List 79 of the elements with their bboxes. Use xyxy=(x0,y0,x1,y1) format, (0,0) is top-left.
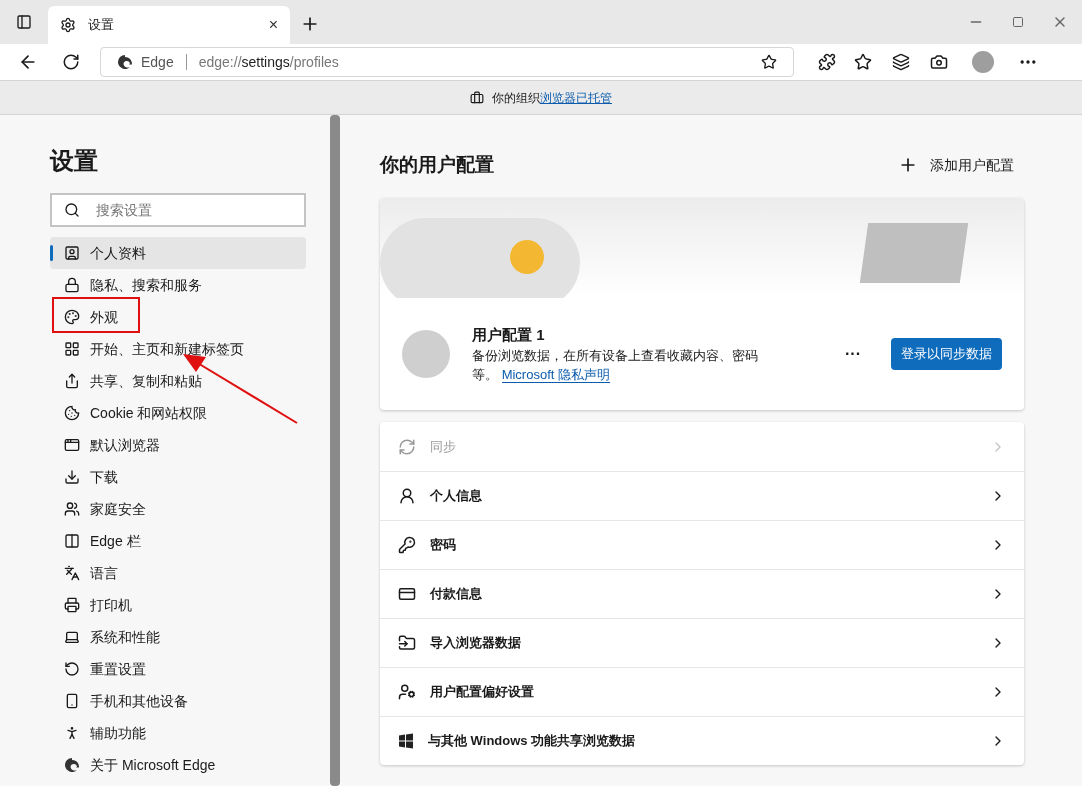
settings-icon xyxy=(60,17,76,33)
avatar-icon[interactable] xyxy=(972,51,994,73)
palette-icon xyxy=(64,309,80,325)
profile-description: 备份浏览数据，在所有设备上查看收藏内容、密码等。 Microsoft 隐私声明 xyxy=(472,347,759,384)
page-title: 你的用户配置 xyxy=(380,153,494,177)
more-options-button[interactable]: ··· xyxy=(845,341,861,366)
browser-window-icon xyxy=(64,437,80,453)
sidebar-item[interactable]: 关于 Microsoft Edge xyxy=(50,749,306,781)
site-label: Edge xyxy=(141,52,174,72)
phone-icon xyxy=(64,693,80,709)
sidebar-item[interactable]: 系统和性能 xyxy=(50,621,306,653)
sidebar-item[interactable]: 个人资料 xyxy=(50,237,306,269)
sidebar-item[interactable]: 重置设置 xyxy=(50,653,306,685)
settings-row[interactable]: 付款信息 xyxy=(380,569,1024,618)
sidebar-item[interactable]: 开始、主页和新建标签页 xyxy=(50,333,306,365)
cookie-icon xyxy=(64,405,80,421)
sidebar-item[interactable]: 默认浏览器 xyxy=(50,429,306,461)
briefcase-icon xyxy=(470,90,484,105)
sidebar-item[interactable]: 打印机 xyxy=(50,589,306,621)
sign-in-button[interactable]: 登录以同步数据 xyxy=(891,337,1002,370)
windows-logo-icon xyxy=(398,733,414,749)
person-gear-icon xyxy=(398,683,416,701)
printer-icon xyxy=(64,597,80,613)
sidebar-item[interactable]: Edge 栏 xyxy=(50,525,306,557)
settings-row[interactable]: 用户配置偏好设置 xyxy=(380,667,1024,716)
sidebar-item[interactable]: 家庭安全 xyxy=(50,493,306,525)
settings-row[interactable]: 与其他 Windows 功能共享浏览数据 xyxy=(380,716,1024,765)
favorites-icon[interactable] xyxy=(854,53,872,71)
people-icon xyxy=(64,501,80,517)
collections-icon[interactable] xyxy=(892,53,910,71)
screenshot-icon[interactable] xyxy=(930,53,948,71)
lock-icon xyxy=(64,277,80,293)
url-text: edge://settings/profiles xyxy=(198,52,340,72)
managed-link[interactable]: 浏览器已托管 xyxy=(540,90,612,105)
columns-icon xyxy=(64,533,80,549)
sidebar-item[interactable]: 手机和其他设备 xyxy=(50,685,306,717)
reset-icon xyxy=(64,661,80,677)
person-card-icon xyxy=(398,487,416,505)
profile-name: 用户配置 1 xyxy=(472,324,546,345)
sidebar-item[interactable]: 下载 xyxy=(50,461,306,493)
favorite-add-icon[interactable] xyxy=(761,54,777,70)
profile-icon xyxy=(64,245,80,261)
download-icon xyxy=(64,469,80,485)
share-icon xyxy=(64,373,80,389)
privacy-link[interactable]: Microsoft 隐私声明 xyxy=(501,367,610,383)
maximize-icon[interactable] xyxy=(1012,16,1024,28)
settings-row[interactable]: 密码 xyxy=(380,520,1024,569)
edge-logo-icon xyxy=(117,54,133,70)
extensions-icon[interactable] xyxy=(818,53,836,71)
grid-icon xyxy=(64,341,80,357)
settings-row[interactable]: 导入浏览器数据 xyxy=(380,618,1024,667)
tab-actions-icon[interactable] xyxy=(16,14,32,30)
sidebar-item[interactable]: 隐私、搜索和服务 xyxy=(50,269,306,301)
folder-icon xyxy=(398,634,416,652)
managed-notice: 你的组织浏览器已托管 xyxy=(492,89,612,107)
settings-row[interactable]: 个人信息 xyxy=(380,471,1024,520)
sidebar-item[interactable]: 语言 xyxy=(50,557,306,589)
language-icon xyxy=(64,565,80,581)
card-icon xyxy=(398,585,416,603)
address-field[interactable]: Edge edge://settings/profiles xyxy=(100,47,794,77)
accessibility-icon xyxy=(64,725,80,741)
scrollbar[interactable] xyxy=(330,115,340,786)
tab-title: 设置 xyxy=(88,16,115,35)
sidebar-item[interactable]: 辅助功能 xyxy=(50,717,306,749)
sidebar-item[interactable]: Cookie 和网站权限 xyxy=(50,397,306,429)
avatar-placeholder xyxy=(402,329,450,378)
browser-tab[interactable]: 设置 × xyxy=(48,6,290,44)
sidebar-item[interactable]: 共享、复制和粘贴 xyxy=(50,365,306,397)
laptop-icon xyxy=(64,629,80,645)
sidebar-item[interactable]: 外观 xyxy=(50,301,306,333)
edge-logo-icon xyxy=(64,757,80,773)
add-profile-button[interactable]: 添加用户配置 xyxy=(898,154,1014,176)
tab-close-button[interactable]: × xyxy=(268,13,278,37)
reload-icon[interactable] xyxy=(62,53,80,71)
sync-icon xyxy=(398,437,416,456)
search-icon xyxy=(64,202,80,218)
search-field[interactable]: 搜索设置 xyxy=(50,193,306,227)
key-icon xyxy=(398,536,416,554)
sidebar-title: 设置 xyxy=(50,146,99,176)
